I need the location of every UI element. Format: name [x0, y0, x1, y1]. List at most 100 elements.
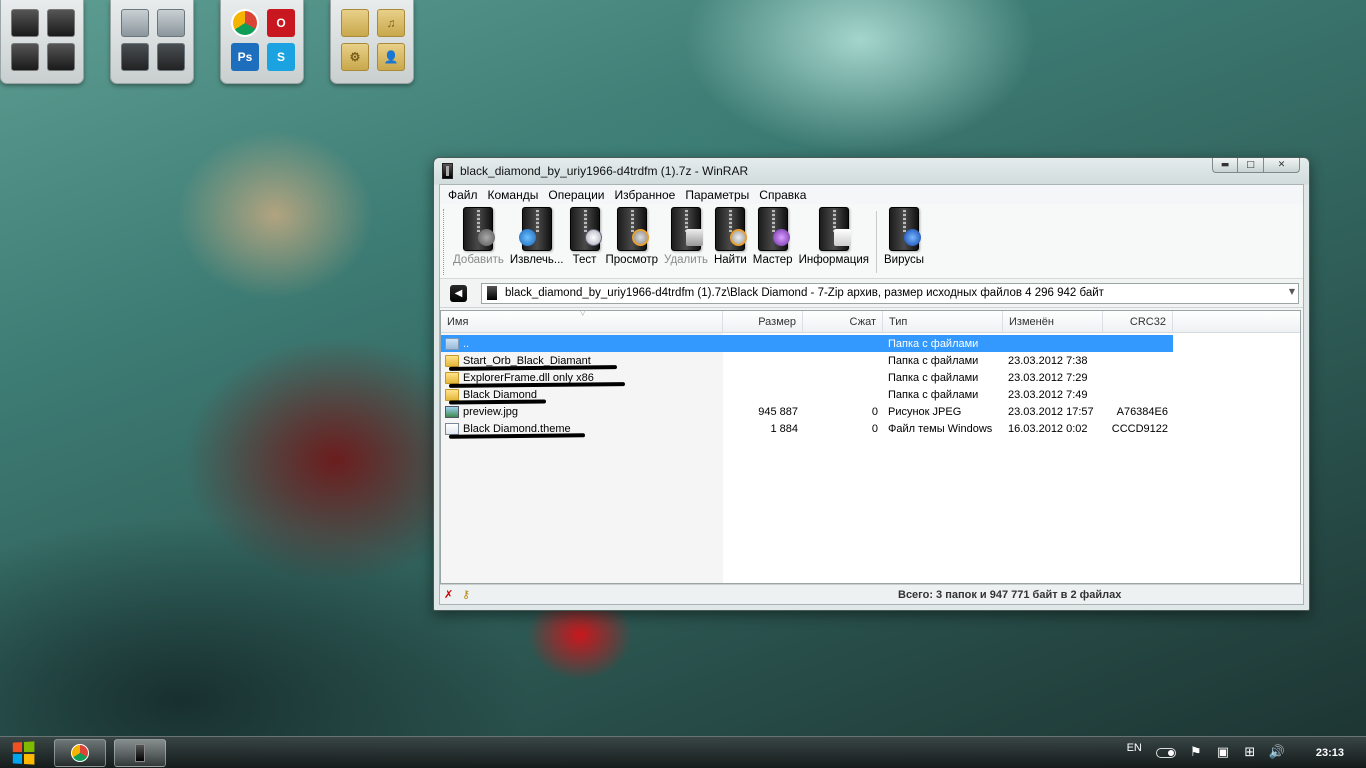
- table-row[interactable]: Start_Orb_Black_Diamant Папка с файлами …: [441, 352, 1300, 371]
- cd-drive-icon[interactable]: [157, 43, 185, 71]
- clock[interactable]: 23:13: [1316, 747, 1344, 759]
- photoshop-icon[interactable]: Ps: [231, 43, 259, 71]
- file-rows: .. Папка с файлами Start_Orb_Black_Diama…: [441, 333, 1300, 439]
- toolbar-grip[interactable]: [443, 209, 446, 275]
- music-folder-icon[interactable]: ♫: [377, 9, 405, 37]
- drive-icon[interactable]: [121, 9, 149, 37]
- network-icon[interactable]: ⊞: [1242, 745, 1258, 760]
- test-label: Тест: [572, 254, 597, 266]
- archive-icon: [487, 286, 497, 300]
- file-type: Папка с файлами: [888, 337, 979, 350]
- virus-scan-button[interactable]: Вирусы: [881, 207, 927, 266]
- table-row[interactable]: Black Diamond Папка с файлами 23.03.2012…: [441, 386, 1300, 405]
- dropdown-arrow-icon[interactable]: ▼: [1289, 287, 1295, 296]
- winrar-icon: [135, 743, 145, 762]
- menu-file[interactable]: Файл: [443, 188, 483, 202]
- find-button[interactable]: Найти: [711, 207, 750, 266]
- info-icon: [818, 207, 851, 251]
- extract-button[interactable]: Извлечь...: [507, 207, 567, 266]
- wizard-label: Мастер: [752, 254, 793, 266]
- virus-scan-icon: [889, 207, 921, 251]
- folder-up-icon: [445, 337, 459, 350]
- status-bar: ✗ ⚷ Всего: 3 папок и 947 771 байт в 2 фа…: [440, 584, 1303, 604]
- address-bar: ◀ black_diamond_by_uriy1966-d4trdfm (1).…: [440, 279, 1303, 308]
- window-controls: ▬ □ ✕: [1212, 158, 1300, 173]
- maximize-button[interactable]: □: [1238, 158, 1264, 173]
- file-list[interactable]: ▽ Имя Размер Сжат Тип Изменён CRC32 .. П…: [440, 310, 1301, 584]
- menu-help[interactable]: Справка: [754, 188, 811, 202]
- folder-icon: [445, 371, 459, 384]
- file-type: Папка с файлами: [888, 388, 979, 401]
- key-icon[interactable]: ⚷: [462, 588, 476, 601]
- column-type[interactable]: Тип: [883, 311, 1003, 333]
- title-bar[interactable]: black_diamond_by_uriy1966-d4trdfm (1).7z…: [439, 158, 1304, 184]
- file-modified: 23.03.2012 7:38: [1008, 354, 1088, 367]
- winrar-app-icon[interactable]: [442, 163, 453, 179]
- start-button[interactable]: [0, 738, 46, 768]
- taskbar-chrome-button[interactable]: [54, 738, 106, 767]
- volume-icon[interactable]: 🔊: [1269, 745, 1285, 760]
- up-folder-button[interactable]: ◀: [450, 284, 467, 302]
- folder-icon: [445, 388, 459, 401]
- settings-folder-icon[interactable]: ⚙: [341, 43, 369, 71]
- menu-commands[interactable]: Команды: [483, 188, 544, 202]
- toolbar: Добавить Извлечь... Тест Просмотр Удалит…: [440, 204, 1303, 279]
- file-modified: 16.03.2012 0:02: [1008, 422, 1088, 435]
- game-shortcut-icon[interactable]: [47, 9, 75, 37]
- game-shortcut-icon[interactable]: [11, 9, 39, 37]
- column-modified[interactable]: Изменён: [1003, 311, 1103, 333]
- toggle-icon[interactable]: [1155, 747, 1176, 758]
- file-modified: 23.03.2012 7:29: [1008, 371, 1088, 384]
- add-icon: [463, 207, 496, 251]
- address-combobox[interactable]: black_diamond_by_uriy1966-d4trdfm (1).7z…: [481, 282, 1299, 304]
- wizard-button[interactable]: Мастер: [750, 207, 796, 266]
- delete-button[interactable]: Удалить: [661, 207, 711, 266]
- apps-widget: O Ps S: [220, 0, 304, 84]
- game-shortcut-icon[interactable]: [47, 43, 75, 71]
- games-widget: [0, 0, 84, 84]
- file-type: Рисунок JPEG: [888, 405, 962, 418]
- user-folder-icon[interactable]: 👤: [377, 43, 405, 71]
- column-crc[interactable]: CRC32: [1103, 311, 1173, 333]
- file-size: 945 887: [758, 405, 798, 418]
- sort-indicator-icon: ▽: [580, 310, 586, 317]
- table-row[interactable]: Black Diamond.theme 1 884 0 Файл темы Wi…: [441, 420, 1300, 439]
- documents-folder-icon[interactable]: [341, 9, 369, 37]
- info-label: Информация: [798, 254, 869, 266]
- table-row[interactable]: ExplorerFrame.dll only x86 Папка с файла…: [441, 369, 1300, 388]
- disk-icon[interactable]: ✗: [444, 588, 458, 601]
- minimize-button[interactable]: ▬: [1212, 158, 1238, 173]
- close-button[interactable]: ✕: [1264, 158, 1300, 173]
- view-label: Просмотр: [605, 254, 659, 266]
- view-icon: [616, 207, 649, 251]
- add-button[interactable]: Добавить: [450, 207, 507, 266]
- flag-icon[interactable]: ⚑: [1188, 745, 1204, 760]
- floppy-icon[interactable]: [121, 43, 149, 71]
- table-row[interactable]: preview.jpg 945 887 0 Рисунок JPEG 23.03…: [441, 403, 1300, 420]
- test-button[interactable]: Тест: [567, 207, 603, 266]
- opera-icon[interactable]: O: [267, 9, 295, 37]
- delete-icon: [671, 207, 703, 251]
- menu-options[interactable]: Параметры: [680, 188, 754, 202]
- drive-icon[interactable]: [157, 9, 185, 37]
- column-size[interactable]: Размер: [723, 311, 803, 333]
- image-file-icon: [445, 405, 459, 418]
- info-button[interactable]: Информация: [796, 207, 872, 266]
- taskbar-winrar-button[interactable]: [114, 738, 166, 767]
- skype-icon[interactable]: S: [267, 43, 295, 71]
- language-indicator[interactable]: EN: [1127, 742, 1142, 754]
- view-button[interactable]: Просмотр: [603, 207, 662, 266]
- file-name: preview.jpg: [463, 405, 519, 418]
- windows-logo-icon: [12, 740, 35, 765]
- menu-favorites[interactable]: Избранное: [610, 188, 681, 202]
- menu-operations[interactable]: Операции: [543, 188, 609, 202]
- column-packed[interactable]: Сжат: [803, 311, 883, 333]
- chrome-icon[interactable]: [231, 9, 259, 37]
- table-row[interactable]: .. Папка с файлами: [441, 335, 1173, 352]
- folder-icon: [445, 354, 459, 367]
- device-icon[interactable]: ▣: [1215, 745, 1231, 760]
- game-shortcut-icon[interactable]: [11, 43, 39, 71]
- list-header: ▽ Имя Размер Сжат Тип Изменён CRC32: [441, 311, 1300, 333]
- virus-scan-label: Вирусы: [884, 254, 924, 266]
- file-packed: 0: [871, 422, 878, 435]
